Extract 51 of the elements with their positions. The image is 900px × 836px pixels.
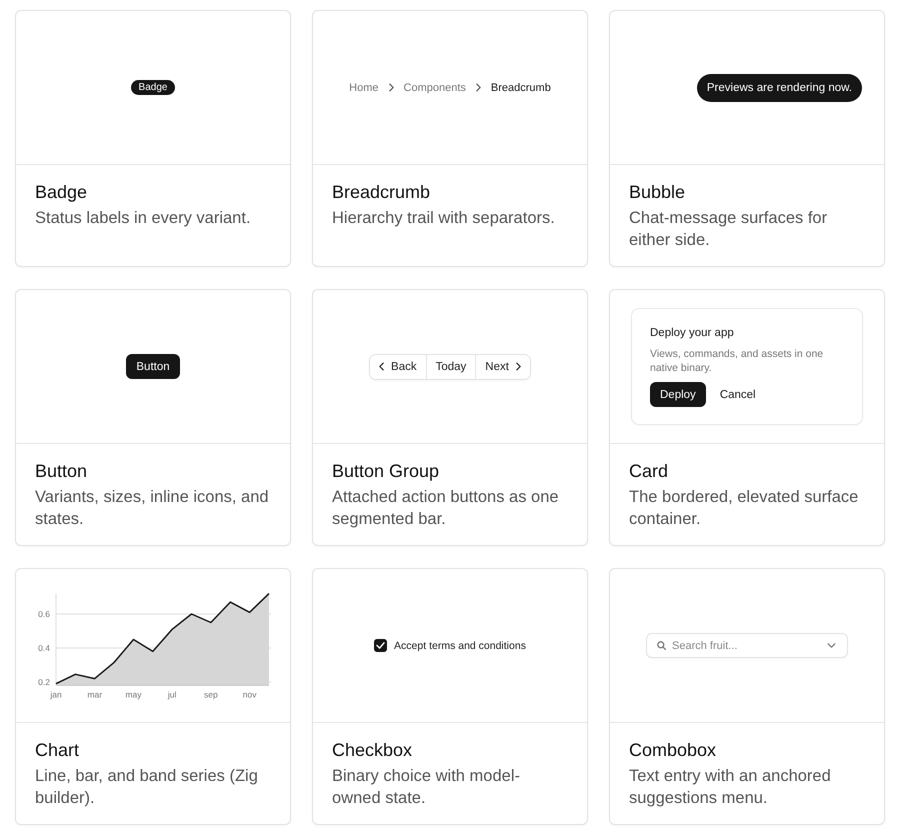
card-text: Views, commands, and assets in one native binary. — [650, 347, 824, 375]
component-title: Chart — [35, 739, 80, 761]
component-title: Breadcrumb — [332, 181, 432, 203]
segment-button[interactable]: Today — [426, 354, 476, 378]
segment-button[interactable]: Next — [475, 354, 530, 378]
component-description: Line, bar, and band series (Zig builder). — [35, 766, 259, 809]
primary-button[interactable]: Deploy — [650, 382, 706, 407]
chat-bubble: Previews are rendering now. — [696, 74, 862, 102]
axis-tick-label: nov — [242, 689, 256, 700]
component-description: Text entry with an anchored suggestions menu. — [629, 766, 832, 809]
axis-tick-label: jul — [168, 689, 176, 700]
combobox[interactable]: Search fruit... — [646, 633, 848, 658]
component-description: The bordered, elevated surface container. — [629, 487, 860, 530]
axis-tick-label: 0.2 — [38, 677, 50, 687]
chevron-left-icon — [379, 362, 384, 371]
component-description: Binary choice with model-owned state. — [332, 766, 521, 809]
axis-tick-label: 0.4 — [38, 643, 50, 653]
component-title: Button — [35, 460, 88, 482]
breadcrumb-link[interactable]: Components — [404, 82, 466, 94]
axis-tick-label: may — [125, 689, 142, 700]
card-heading: Deploy your app — [650, 326, 735, 341]
axis-tick-label: mar — [87, 689, 102, 700]
axis-tick-label: 0.6 — [38, 609, 50, 619]
component-title: Button Group — [332, 460, 440, 482]
text-button[interactable]: Cancel — [710, 382, 766, 407]
breadcrumb-link[interactable]: Home — [349, 82, 379, 94]
chevron-right-icon — [388, 83, 394, 92]
component-description: Hierarchy trail with separators. — [332, 208, 556, 229]
axis-tick-label: jan — [50, 689, 62, 700]
search-icon — [657, 641, 666, 650]
component-title: Combobox — [629, 739, 718, 761]
button[interactable]: Button — [126, 354, 180, 379]
segment-button[interactable]: Back — [370, 354, 426, 378]
component-title: Badge — [35, 181, 88, 203]
component-description: Attached action buttons as one segmented bar. — [332, 487, 560, 530]
component-description: Status labels in every variant. — [35, 208, 252, 229]
component-title: Card — [629, 460, 670, 482]
component-description: Variants, sizes, inline icons, and states. — [35, 487, 269, 530]
breadcrumb-current: Breadcrumb — [490, 82, 551, 94]
chevron-right-icon — [476, 83, 481, 92]
component-title: Checkbox — [332, 739, 414, 761]
checkbox[interactable] — [374, 639, 388, 652]
chevron-down-icon — [827, 643, 836, 648]
axis-tick-label: sep — [204, 689, 218, 700]
checkbox-label[interactable]: Accept terms and conditions — [394, 640, 526, 652]
component-title: Bubble — [629, 181, 686, 203]
chevron-right-icon — [516, 362, 521, 371]
component-description: Chat-message surfaces for either side. — [629, 208, 828, 251]
check-icon — [376, 642, 386, 649]
combobox-input[interactable]: Search fruit... — [672, 640, 821, 652]
status-badge: Badge — [130, 80, 176, 95]
